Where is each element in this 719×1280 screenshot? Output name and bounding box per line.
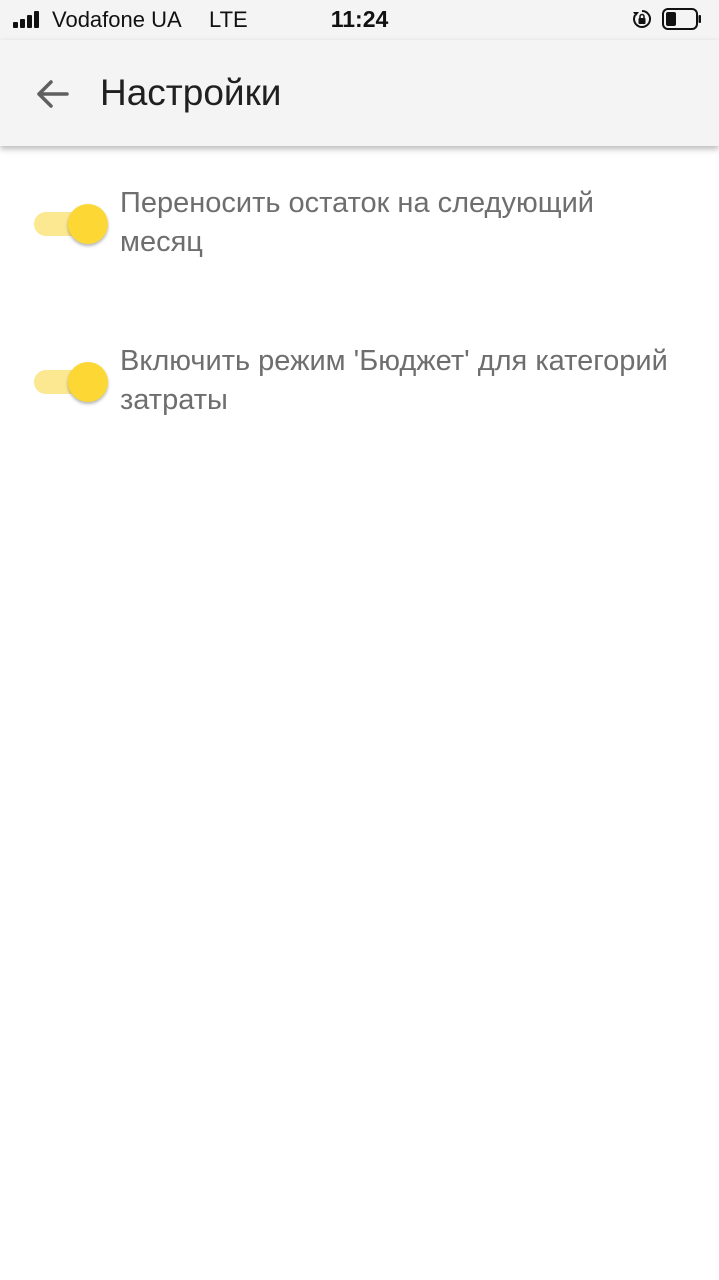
back-button[interactable] [26,68,78,120]
budget-mode-label: Включить режим 'Бюджет' для категорий за… [120,345,668,416]
status-time: 11:24 [330,6,389,32]
toggle-thumb [68,204,108,244]
battery-icon [662,8,701,30]
status-bar: Vodafone UA LTE 11:24 [0,0,719,40]
carry-over-label: Переносить остаток на следующий месяц [120,187,594,258]
setting-row-carry-over: Переносить остаток на следующий месяц [0,180,719,290]
arrow-left-icon [37,80,69,108]
budget-mode-toggle[interactable] [34,362,110,402]
rotation-lock-icon [633,9,651,28]
toggle-thumb [68,362,108,402]
carry-over-toggle[interactable] [34,204,110,244]
setting-row-budget-mode: Включить режим 'Бюджет' для категорий за… [0,338,719,448]
app-bar: Настройки [0,40,719,146]
page-title: Настройки [100,72,282,113]
